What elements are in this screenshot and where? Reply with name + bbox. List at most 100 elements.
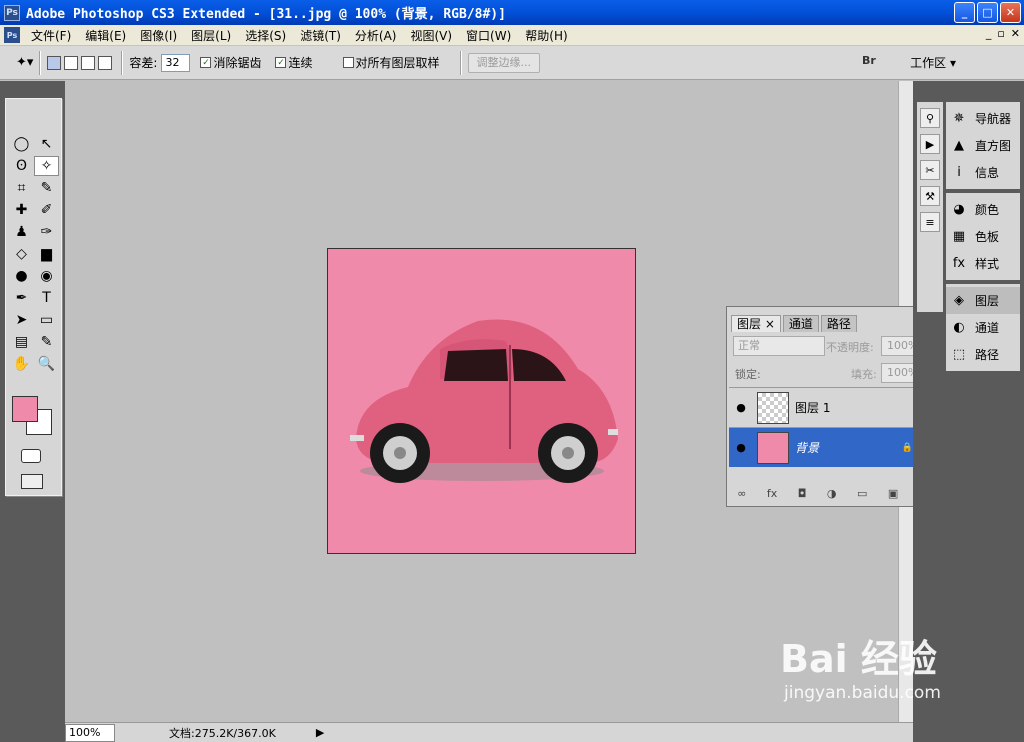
blur-tool-icon[interactable]: ● (9, 266, 34, 286)
move-tool-icon[interactable]: ↖ (34, 134, 59, 154)
lock-label: 锁定: (735, 368, 761, 381)
contiguous-checkbox[interactable]: ✓ (275, 57, 287, 68)
menu-filter[interactable]: 滤镜(T) (293, 27, 348, 44)
refine-edge-button[interactable]: 调整边缘... (467, 52, 541, 73)
foreground-color-swatch[interactable] (12, 396, 38, 422)
maximize-button[interactable]: □ (977, 2, 998, 23)
screen-mode-icon[interactable] (21, 474, 43, 489)
minimize-button[interactable]: _ (954, 2, 975, 23)
tab-layers[interactable]: 图层 × (731, 315, 781, 332)
add-mask-icon[interactable]: ◘ (798, 487, 807, 500)
slice-tool-icon[interactable]: ✎ (34, 178, 59, 198)
document-icon[interactable]: Ps (4, 27, 20, 43)
document-size: 文档:275.2K/367.0K (169, 726, 276, 740)
menu-edit[interactable]: 编辑(E) (78, 27, 133, 44)
new-selection-icon[interactable] (47, 55, 62, 70)
doc-minimize-button[interactable]: _ (986, 27, 992, 40)
layer-name: 图层 1 (795, 401, 831, 415)
sample-all-checkbox[interactable] (342, 57, 354, 68)
visibility-eye-icon[interactable]: ● (729, 401, 753, 414)
opacity-label: 不透明度: (826, 341, 874, 354)
tolerance-input[interactable]: 32 (161, 53, 191, 72)
actions-icon[interactable]: ▶ (920, 134, 940, 154)
menu-analysis[interactable]: 分析(A) (348, 27, 404, 44)
close-button[interactable]: ✕ (1000, 2, 1021, 23)
bridge-icon[interactable]: Br (862, 54, 876, 67)
title-bar: Ps Adobe Photoshop CS3 Extended - [31..j… (0, 0, 1024, 25)
panel-paths[interactable]: ⬚ 路径 (946, 341, 1020, 368)
panel-channels[interactable]: ◐ 通道 (946, 314, 1020, 341)
eyedropper-tool-icon[interactable]: ✎ (34, 332, 59, 352)
tool-presets-icon[interactable]: ✂ (920, 160, 940, 180)
lasso-tool-icon[interactable]: ʘ (9, 156, 34, 176)
menu-select[interactable]: 选择(S) (238, 27, 293, 44)
subtract-selection-icon[interactable] (81, 55, 96, 70)
gradient-tool-icon[interactable]: ▆ (34, 244, 59, 264)
panel-info[interactable]: i 信息 (946, 159, 1020, 186)
menu-view[interactable]: 视图(V) (403, 27, 459, 44)
layer-row-background[interactable]: ● 背景 🔒 (729, 427, 925, 467)
panel-label: 直方图 (975, 139, 1012, 153)
dodge-tool-icon[interactable]: ◉ (34, 266, 59, 286)
menu-help[interactable]: 帮助(H) (518, 27, 574, 44)
status-bar: 100% 文档:275.2K/367.0K ▶ (65, 722, 913, 742)
panel-styles[interactable]: fx 样式 (946, 250, 1020, 277)
workspace-menu[interactable]: 工作区 ▾ (910, 54, 956, 71)
menu-window[interactable]: 窗口(W) (459, 27, 518, 44)
type-tool-icon[interactable]: T (34, 288, 59, 308)
panel-navigator[interactable]: ✵ 导航器 (946, 105, 1020, 132)
hand-tool-icon[interactable]: ✋ (9, 354, 34, 374)
document-canvas[interactable] (327, 248, 636, 554)
stamp-tool-icon[interactable]: ♟ (9, 222, 34, 242)
add-selection-icon[interactable] (64, 55, 79, 70)
visibility-eye-icon[interactable]: ● (729, 441, 753, 454)
new-layer-icon[interactable]: ▣ (888, 487, 898, 500)
status-menu-arrow[interactable]: ▶ (316, 726, 324, 739)
history-icon[interactable]: ⚲ (920, 108, 940, 128)
path-select-icon[interactable]: ➤ (9, 310, 34, 330)
panel-swatches[interactable]: ▦ 色板 (946, 223, 1020, 250)
shape-tool-icon[interactable]: ▭ (34, 310, 59, 330)
doc-restore-button[interactable]: ▫ (997, 27, 1004, 40)
link-layers-icon[interactable]: ∞ (737, 487, 746, 500)
new-group-icon[interactable]: ▭ (857, 487, 867, 500)
layer-style-icon[interactable]: fx (767, 487, 777, 500)
intersect-selection-icon[interactable] (98, 55, 113, 70)
paths-icon: ⬚ (952, 347, 966, 362)
panel-color[interactable]: ◕ 颜色 (946, 196, 1020, 223)
quick-mask-icon[interactable] (21, 449, 41, 463)
doc-close-button[interactable]: ✕ (1011, 27, 1020, 40)
color-icon: ◕ (953, 202, 965, 217)
layer-comps-icon[interactable]: ≡ (920, 212, 940, 232)
magic-wand-preset-icon[interactable]: ✦▾ (16, 55, 33, 70)
brush-tool-icon[interactable]: ✐ (34, 200, 59, 220)
notes-tool-icon[interactable]: ▤ (9, 332, 34, 352)
tolerance-label: 容差: (129, 56, 158, 70)
blend-mode-select[interactable]: 正常 (733, 336, 825, 356)
history-brush-icon[interactable]: ✑ (34, 222, 59, 242)
brushes-icon[interactable]: ⚒ (920, 186, 940, 206)
zoom-tool-icon[interactable]: 🔍 (34, 354, 59, 374)
panel-histogram[interactable]: ▲ 直方图 (946, 132, 1020, 159)
zoom-level-input[interactable]: 100% (65, 723, 115, 742)
healing-brush-icon[interactable]: ✚ (9, 200, 34, 220)
menu-image[interactable]: 图像(I) (133, 27, 184, 44)
pen-tool-icon[interactable]: ✒ (9, 288, 34, 308)
eraser-tool-icon[interactable]: ◇ (9, 244, 34, 264)
layers-panel: 图层 × 通道 路径 正常 不透明度: 100% 锁定: 填充: 100% ● … (726, 306, 944, 507)
crop-tool-icon[interactable]: ⌗ (9, 178, 34, 198)
menu-file[interactable]: 文件(F) (24, 27, 78, 44)
adjustment-layer-icon[interactable]: ◑ (827, 487, 837, 500)
menu-layer[interactable]: 图层(L) (184, 27, 238, 44)
panel-layers[interactable]: ◈ 图层 (946, 287, 1020, 314)
panel-label: 信息 (975, 166, 1000, 180)
marquee-tool-icon[interactable]: ◯ (9, 134, 34, 154)
contiguous-label: 连续 (288, 56, 313, 70)
antialias-checkbox[interactable]: ✓ (200, 57, 212, 68)
channels-icon: ◐ (953, 320, 965, 335)
layer-row-layer1[interactable]: ● 图层 1 (729, 387, 925, 427)
watermark-logo: Bai 经验 (780, 637, 937, 681)
tab-paths[interactable]: 路径 (820, 315, 857, 332)
magic-wand-tool-icon[interactable]: ✧ (34, 156, 59, 176)
tab-channels[interactable]: 通道 (782, 315, 819, 332)
